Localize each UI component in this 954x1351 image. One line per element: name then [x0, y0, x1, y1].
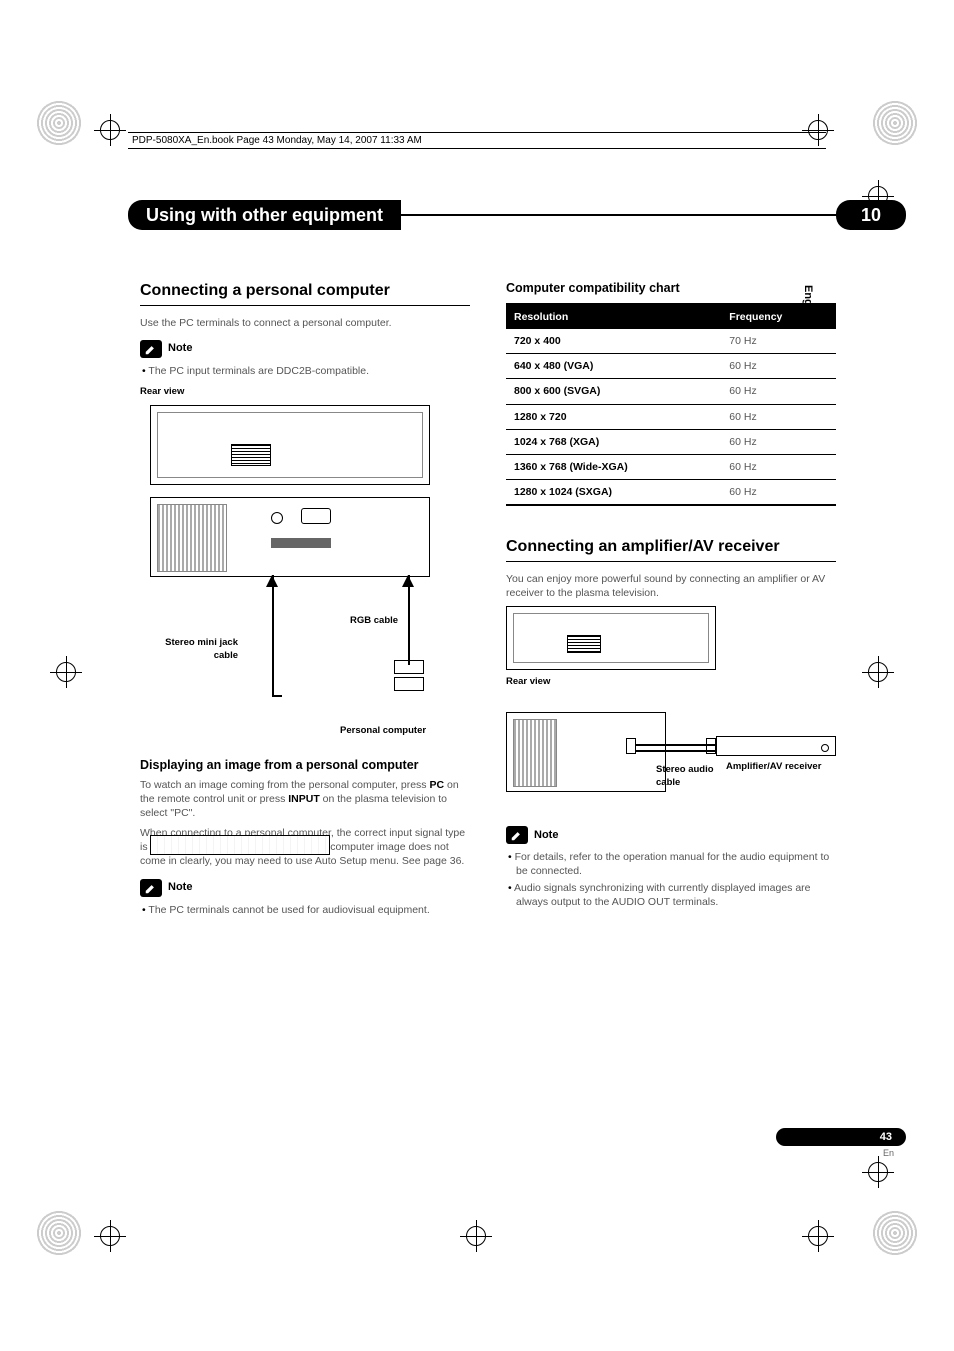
rear-view-caption: Rear view: [140, 386, 470, 399]
print-swirl-icon: [36, 100, 82, 146]
note-badge: Note: [506, 826, 558, 844]
amplifier-box: [716, 736, 836, 756]
amp-intro: You can enjoy more powerful sound by con…: [506, 572, 836, 600]
pc-intro: Use the PC terminals to connect a person…: [140, 316, 470, 330]
note-label: Note: [168, 341, 192, 356]
right-column: Computer compatibility chart Resolution …: [506, 280, 836, 919]
note-text: Audio signals synchronizing with current…: [506, 881, 836, 909]
pencil-icon: [140, 340, 162, 358]
stereo-cable-label: Stereo mini jack cable: [158, 637, 238, 663]
amp-connection-diagram: Rear view Stereo audio cable Amplifier/A…: [506, 606, 836, 816]
subheading-display-pc: Displaying an image from a personal comp…: [140, 757, 470, 774]
pc-connection-diagram: Stereo mini jack cable RGB cable Persona…: [140, 405, 440, 745]
section-heading-pc: Connecting a personal computer: [140, 280, 470, 306]
print-swirl-icon: [872, 100, 918, 146]
table-row: 1280 x 72060 Hz: [506, 404, 836, 429]
registration-mark-icon: [862, 1156, 894, 1188]
registration-mark-icon: [862, 656, 894, 688]
table-row: 1280 x 1024 (SXGA)60 Hz: [506, 480, 836, 506]
note-label: Note: [534, 828, 558, 843]
chapter-title: Using with other equipment: [128, 200, 401, 230]
chapter-number: 10: [836, 200, 906, 230]
note-text: For details, refer to the operation manu…: [506, 850, 836, 878]
note-badge: Note: [140, 340, 192, 358]
compat-chart-heading: Computer compatibility chart: [506, 280, 836, 297]
registration-mark-icon: [460, 1220, 492, 1252]
table-row: 720 x 40070 Hz: [506, 329, 836, 354]
note-label: Note: [168, 880, 192, 895]
table-row: 1360 x 768 (Wide-XGA)60 Hz: [506, 454, 836, 479]
running-header: PDP-5080XA_En.book Page 43 Monday, May 1…: [128, 132, 826, 149]
note-text: The PC terminals cannot be used for audi…: [140, 903, 470, 917]
print-swirl-icon: [872, 1210, 918, 1256]
note-text: The PC input terminals are DDC2B-compati…: [140, 364, 470, 378]
registration-mark-icon: [94, 1220, 126, 1252]
pencil-icon: [140, 879, 162, 897]
table-row: 640 x 480 (VGA)60 Hz: [506, 354, 836, 379]
registration-mark-icon: [50, 656, 82, 688]
note-badge: Note: [140, 879, 192, 897]
personal-computer-label: Personal computer: [340, 725, 426, 738]
page-number-pill: 43: [776, 1128, 906, 1146]
page-lang: En: [883, 1148, 894, 1158]
print-swirl-icon: [36, 1210, 82, 1256]
table-row: 800 x 600 (SVGA)60 Hz: [506, 379, 836, 404]
rear-view-caption: Rear view: [506, 676, 550, 689]
th-resolution: Resolution: [506, 304, 721, 329]
chapter-bar: Using with other equipment 10: [128, 200, 906, 230]
registration-mark-icon: [94, 114, 126, 146]
rgb-cable-label: RGB cable: [350, 615, 398, 628]
left-column: Connecting a personal computer Use the P…: [140, 280, 470, 919]
section-heading-amp: Connecting an amplifier/AV receiver: [506, 536, 836, 562]
table-row: 1024 x 768 (XGA)60 Hz: [506, 429, 836, 454]
pencil-icon: [506, 826, 528, 844]
th-frequency: Frequency: [721, 304, 836, 329]
amplifier-label: Amplifier/AV receiver: [726, 761, 821, 774]
stereo-audio-cable-label: Stereo audio cable: [656, 764, 716, 790]
compatibility-table: Resolution Frequency 720 x 40070 Hz 640 …: [506, 303, 836, 506]
display-pc-body1: To watch an image coming from the person…: [140, 778, 470, 821]
registration-mark-icon: [802, 1220, 834, 1252]
